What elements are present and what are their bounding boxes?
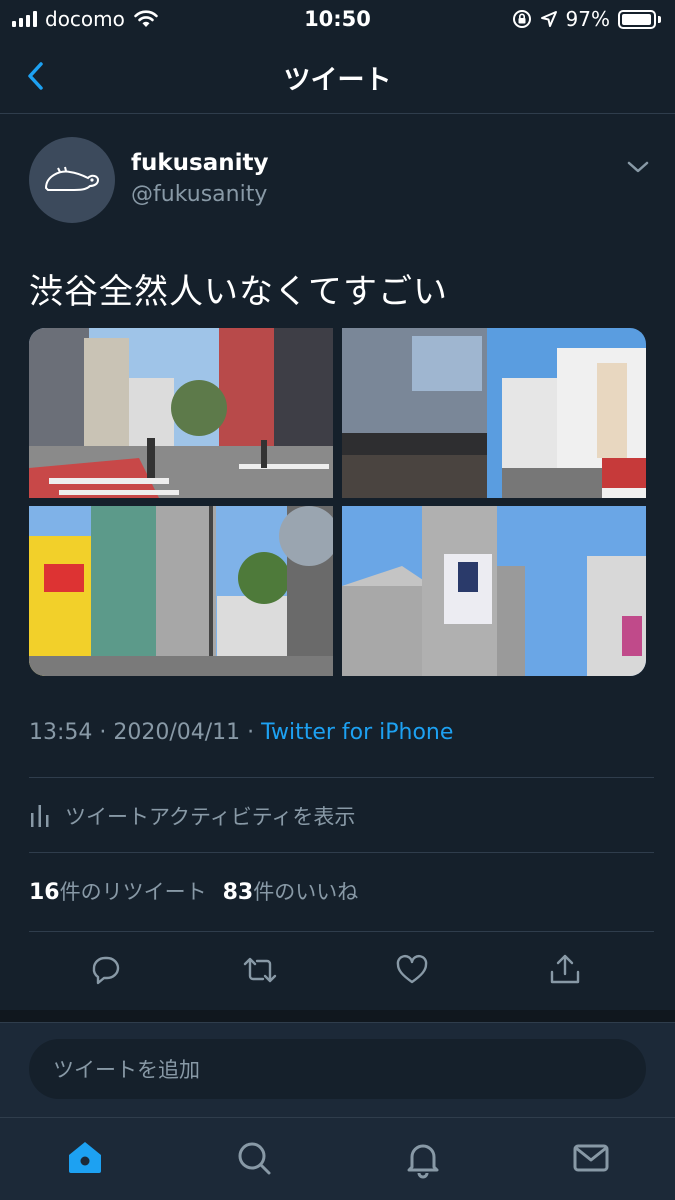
photo-shibuya-street-buildings[interactable]	[29, 506, 333, 676]
tab-bar	[0, 1117, 675, 1200]
reply-bar: ツイートを追加	[0, 1022, 675, 1117]
location-icon	[540, 11, 557, 27]
share-icon	[550, 954, 580, 984]
tweet-menu-button[interactable]	[624, 155, 652, 179]
bird-doodle-icon	[44, 166, 100, 191]
chevron-down-icon	[627, 161, 649, 173]
carrier-label: docomo	[45, 7, 125, 31]
user-display-name[interactable]: fukusanity	[131, 150, 269, 176]
tab-messages[interactable]	[569, 1136, 613, 1180]
tweet-meta: 13:54 · 2020/04/11 · Twitter for iPhone	[29, 720, 453, 745]
tweet-stats: 16件のリツイート 83件のいいね	[29, 876, 358, 906]
notifications-icon	[407, 1144, 439, 1179]
divider	[29, 852, 654, 853]
tab-notifications[interactable]	[401, 1136, 445, 1180]
retweet-count: 16	[29, 880, 60, 905]
avatar[interactable]	[29, 137, 115, 223]
like-count: 83	[222, 880, 254, 905]
status-left: docomo	[12, 7, 159, 31]
signal-icon	[12, 11, 37, 27]
tab-search[interactable]	[232, 1136, 276, 1180]
battery-icon	[618, 9, 661, 29]
analytics-icon	[31, 805, 49, 827]
like-label: 件のいいね	[253, 880, 359, 904]
section-divider	[0, 1010, 675, 1022]
nav-header: ツイート	[0, 38, 675, 114]
divider	[29, 777, 654, 778]
tweet-timestamp: 13:54 · 2020/04/11 ·	[29, 720, 262, 745]
page-title: ツイート	[283, 65, 392, 96]
orientation-lock-icon	[512, 10, 531, 28]
reply-input[interactable]: ツイートを追加	[29, 1039, 646, 1099]
divider	[29, 931, 654, 932]
retweet-icon	[243, 957, 277, 983]
messages-icon	[573, 1144, 609, 1172]
tweet-activity-button[interactable]: ツイートアクティビティを表示	[29, 800, 355, 832]
home-icon	[69, 1142, 101, 1173]
reply-icon	[92, 956, 120, 985]
photo-shibuya-109-tower[interactable]	[342, 506, 646, 676]
like-icon	[396, 954, 428, 984]
retweet-stat[interactable]: 16件のリツイート	[29, 876, 207, 906]
share-button[interactable]	[545, 950, 585, 990]
tweet-text: 渋谷全然人いなくてすごい	[29, 272, 448, 312]
retweet-button[interactable]	[240, 950, 280, 990]
tab-home[interactable]	[63, 1136, 107, 1180]
photo-shibuya-crossing[interactable]	[29, 328, 333, 498]
photo-shibuya-station-building[interactable]	[342, 328, 646, 498]
photo-grid	[29, 328, 646, 676]
search-icon	[238, 1142, 271, 1175]
wifi-icon	[134, 10, 158, 27]
user-handle[interactable]: @fukusanity	[131, 182, 267, 207]
tweet-source-link[interactable]: Twitter for iPhone	[261, 720, 453, 745]
reply-button[interactable]	[86, 950, 126, 990]
like-button[interactable]	[392, 950, 432, 990]
status-right: 97%	[512, 7, 661, 31]
status-bar: docomo 10:50 97%	[0, 0, 675, 38]
like-stat[interactable]: 83件のいいね	[223, 876, 359, 906]
retweet-label: 件のリツイート	[59, 880, 207, 904]
tweet-activity-label: ツイートアクティビティを表示	[65, 805, 356, 829]
battery-percent: 97%	[565, 7, 610, 31]
